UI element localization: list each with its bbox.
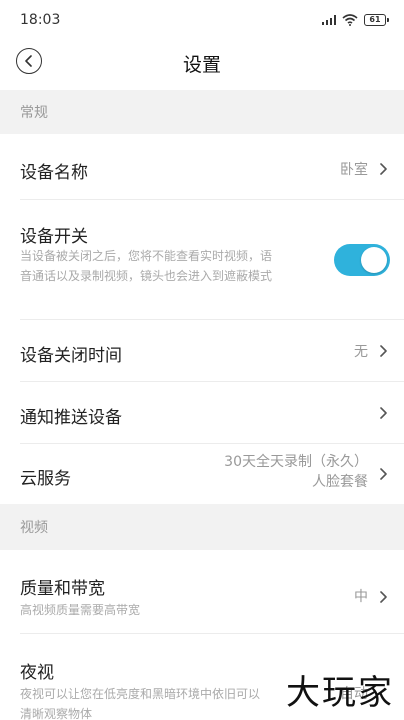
nav-bar: 设置	[0, 40, 404, 84]
status-time: 18:03	[20, 12, 61, 28]
row-desc-line2: 音通话以及录制视频，镜头也会进入到遮蔽模式	[20, 269, 273, 283]
row-title: 通知推送设备	[20, 408, 122, 428]
row-value-line1: 30天全天录制（永久）	[224, 454, 368, 470]
row-value: 中	[354, 589, 368, 605]
watermark-logo: 大玩家	[286, 673, 394, 713]
status-bar: 18:03 61	[0, 0, 404, 40]
row-desc-line1: 夜视可以让您在低亮度和黑暗环境中依旧可以	[20, 687, 261, 701]
row-value-line2: 人脸套餐	[312, 474, 368, 490]
row-title: 设备名称	[20, 163, 88, 183]
row-desc: 高视频质量需要高带宽	[20, 603, 141, 617]
chevron-right-icon	[380, 345, 387, 357]
row-value: 卧室	[340, 162, 368, 178]
chevron-right-icon	[380, 163, 387, 175]
status-icons: 61	[321, 14, 389, 26]
row-title: 设备开关	[20, 227, 88, 247]
row-desc-line1: 当设备被关闭之后，您将不能查看实时视频，语	[20, 249, 273, 263]
chevron-right-icon	[380, 591, 387, 603]
row-quality[interactable]: 质量和带宽 高视频质量需要高带宽 中	[0, 554, 404, 634]
signal-icon	[321, 15, 336, 25]
row-device-off-time[interactable]: 设备关闭时间 无	[0, 320, 404, 382]
device-switch-toggle[interactable]	[334, 244, 390, 276]
toggle-knob	[361, 247, 387, 273]
row-title: 质量和带宽	[20, 579, 105, 599]
section-header-video: 视频	[0, 504, 404, 550]
page-title: 设置	[182, 54, 221, 76]
chevron-right-icon	[380, 468, 387, 480]
wifi-icon	[342, 14, 358, 26]
section-header-general: 常规	[0, 90, 404, 134]
row-device-switch: 设备开关 当设备被关闭之后，您将不能查看实时视频，语 音通话以及录制视频，镜头也…	[0, 200, 404, 320]
row-device-name[interactable]: 设备名称 卧室	[0, 138, 404, 200]
battery-icon: 61	[364, 14, 389, 26]
row-title: 云服务	[20, 469, 71, 489]
row-desc-line2: 清晰观察物体	[20, 707, 93, 720]
row-title: 夜视	[20, 663, 54, 683]
row-value: 无	[354, 344, 368, 360]
row-title: 设备关闭时间	[20, 346, 122, 366]
row-cloud-service[interactable]: 云服务 30天全天录制（永久） 人脸套餐	[0, 444, 404, 504]
row-notify-device[interactable]: 通知推送设备	[0, 382, 404, 444]
chevron-right-icon	[380, 407, 387, 419]
